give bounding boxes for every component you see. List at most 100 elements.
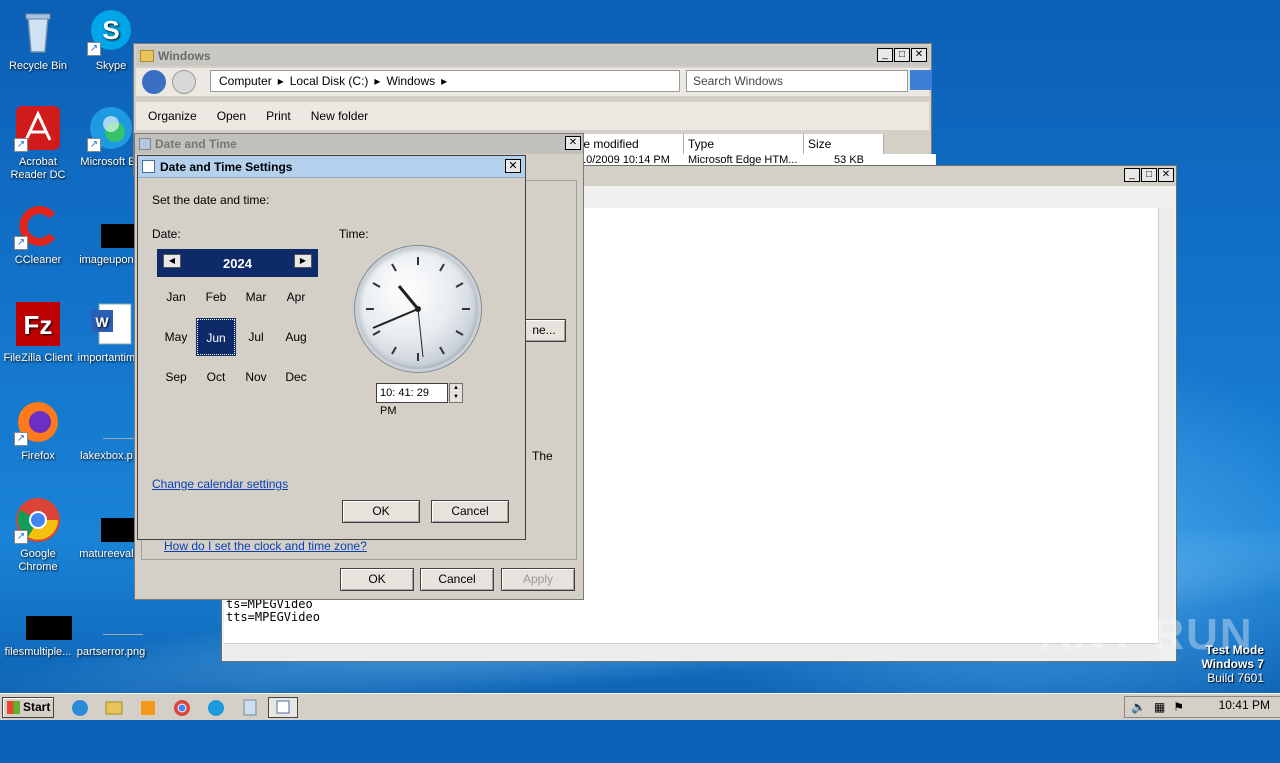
new-folder-button[interactable]: New folder <box>311 109 368 123</box>
desktop-icon-partserror[interactable]: partserror.png <box>73 594 149 659</box>
test-mode-watermark: Test Mode Windows 7 Build 7601 <box>1201 643 1264 685</box>
notepad-taskbar-icon[interactable] <box>238 697 262 718</box>
column-size[interactable]: Size <box>804 134 884 154</box>
maximize-button[interactable]: □ <box>894 48 910 62</box>
clock-face-icon <box>366 257 470 361</box>
change-button-partial[interactable]: ne... <box>522 319 566 342</box>
date-time-titlebar[interactable]: Date and Time <box>135 134 583 154</box>
vertical-scrollbar[interactable] <box>1158 208 1174 644</box>
media-player-icon[interactable] <box>136 697 160 718</box>
skype-icon: S ↗ <box>87 8 135 56</box>
close-button[interactable]: ✕ <box>911 48 927 62</box>
ccleaner-icon: ↗ <box>14 202 62 250</box>
month-feb[interactable]: Feb <box>196 278 236 316</box>
breadcrumb-local-disk[interactable]: Local Disk (C:) <box>290 74 369 88</box>
edge-taskbar-icon[interactable] <box>204 697 228 718</box>
minimize-button[interactable]: _ <box>1124 168 1140 182</box>
back-button[interactable] <box>142 70 166 94</box>
date-time-taskbar-icon[interactable] <box>268 697 298 718</box>
previous-year-button[interactable]: ◀ <box>163 254 181 268</box>
print-button[interactable]: Print <box>266 109 291 123</box>
month-mar[interactable]: Mar <box>236 278 276 316</box>
chrome-icon: ↗ <box>14 496 62 544</box>
taskbar-clock[interactable]: 10:41 PM <box>1219 698 1270 712</box>
cancel-button[interactable]: Cancel <box>431 500 509 523</box>
minimize-button[interactable]: _ <box>877 48 893 62</box>
dts-titlebar[interactable]: Date and Time Settings ✕ <box>138 156 525 178</box>
next-year-button[interactable]: ▶ <box>294 254 312 268</box>
forward-button[interactable] <box>172 70 196 94</box>
spin-up-icon[interactable]: ▲ <box>450 384 462 393</box>
shortcut-arrow-icon: ↗ <box>14 530 28 544</box>
edge-icon: ↗ <box>87 104 135 152</box>
date-time-settings-dialog[interactable]: Date and Time Settings ✕ Set the date an… <box>137 155 526 540</box>
word-doc-icon: W <box>87 300 135 348</box>
shortcut-arrow-icon: ↗ <box>87 42 101 56</box>
month-jul[interactable]: Jul <box>236 318 276 356</box>
explorer-title: Windows <box>158 49 211 63</box>
shortcut-arrow-icon: ↗ <box>14 138 28 152</box>
time-label: Time: <box>339 227 369 241</box>
volume-icon[interactable]: 🔈 <box>1131 700 1146 714</box>
start-button[interactable]: Start <box>2 697 54 718</box>
explorer-taskbar-icon[interactable] <box>102 697 126 718</box>
action-center-flag-icon[interactable]: ⚑ <box>1173 700 1184 714</box>
horizontal-scrollbar[interactable] <box>224 643 1160 659</box>
month-sep[interactable]: Sep <box>156 358 196 396</box>
explorer-titlebar[interactable]: Windows <box>136 46 929 66</box>
desktop-icon-firefox[interactable]: ↗ Firefox <box>0 398 76 463</box>
calendar-header: ◀ 2024 ▶ <box>157 249 318 277</box>
open-button[interactable]: Open <box>217 109 246 123</box>
month-apr[interactable]: Apr <box>276 278 316 316</box>
desktop-icon-acrobat[interactable]: ↗ Acrobat Reader DC <box>0 104 76 182</box>
month-may[interactable]: May <box>156 318 196 356</box>
month-aug[interactable]: Aug <box>276 318 316 356</box>
desktop-icon-ccleaner[interactable]: ↗ CCleaner <box>0 202 76 267</box>
description-text-partial: The <box>532 449 553 463</box>
network-icon[interactable]: ▦ <box>1154 700 1165 714</box>
svg-text:W: W <box>95 314 109 330</box>
organize-menu[interactable]: Organize <box>148 109 197 123</box>
column-type[interactable]: Type <box>684 134 804 154</box>
maximize-button[interactable]: □ <box>1141 168 1157 182</box>
svg-text:S: S <box>102 15 119 45</box>
filezilla-icon: Fz <box>14 300 62 348</box>
ok-button[interactable]: OK <box>342 500 420 523</box>
change-calendar-settings-link[interactable]: Change calendar settings <box>152 477 288 491</box>
time-input[interactable]: 10: 41: 29 PM <box>376 383 448 417</box>
breadcrumb[interactable]: Computer ▸ Local Disk (C:) ▸ Windows ▸ <box>210 70 680 92</box>
close-button[interactable]: ✕ <box>505 159 521 173</box>
cancel-button[interactable]: Cancel <box>420 568 494 591</box>
time-spinner[interactable]: ▲ ▼ <box>449 383 463 403</box>
month-nov[interactable]: Nov <box>236 358 276 396</box>
spin-down-icon[interactable]: ▼ <box>450 393 462 402</box>
close-button[interactable]: ✕ <box>1158 168 1174 182</box>
taskbar: Start 🔈 ▦ ⚑ 10:41 PM <box>0 693 1280 720</box>
text-line: tts=MPEGVideo <box>226 610 320 624</box>
desktop-icon-chrome[interactable]: ↗ Google Chrome <box>0 496 76 574</box>
month-oct[interactable]: Oct <box>196 358 236 396</box>
analog-clock <box>355 246 481 372</box>
close-button[interactable]: ✕ <box>565 136 581 150</box>
month-dec[interactable]: Dec <box>276 358 316 396</box>
desktop-icon-filezilla[interactable]: Fz FileZilla Client <box>0 300 76 365</box>
apply-button[interactable]: Apply <box>501 568 575 591</box>
month-jan[interactable]: Jan <box>156 278 196 316</box>
help-link[interactable]: How do I set the clock and time zone? <box>164 539 367 553</box>
search-icon[interactable] <box>910 70 932 90</box>
date-label: Date: <box>152 227 181 241</box>
column-date-modified[interactable]: te modified <box>576 134 684 154</box>
chrome-taskbar-icon[interactable] <box>170 697 194 718</box>
windows-logo-icon <box>7 701 20 714</box>
search-input[interactable]: Search Windows <box>686 70 908 92</box>
shortcut-arrow-icon: ↗ <box>87 138 101 152</box>
shortcut-arrow-icon: ↗ <box>14 432 28 446</box>
month-jun-selected[interactable]: Jun <box>196 318 236 356</box>
breadcrumb-windows[interactable]: Windows <box>386 74 435 88</box>
calendar-year[interactable]: 2024 <box>223 256 252 271</box>
ie-icon[interactable] <box>68 697 92 718</box>
desktop-icon-recycle-bin[interactable]: Recycle Bin <box>0 8 76 73</box>
breadcrumb-computer[interactable]: Computer <box>219 74 272 88</box>
desktop-icon-filesmultiple[interactable]: filesmultiple... <box>0 594 76 659</box>
ok-button[interactable]: OK <box>340 568 414 591</box>
